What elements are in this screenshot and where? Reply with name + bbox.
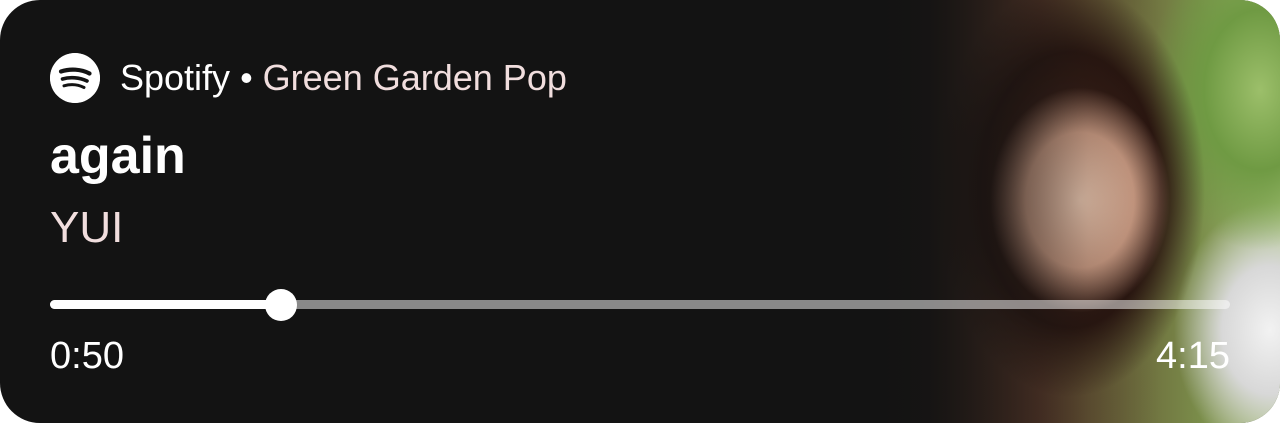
- track-title: again: [50, 127, 186, 185]
- elapsed-time: 0:50: [50, 335, 124, 377]
- progress-thumb[interactable]: [265, 289, 298, 321]
- progress-fill: [50, 300, 282, 309]
- media-source-header: Spotify • Green Garden Pop: [50, 52, 567, 104]
- media-card: Spotify • Green Garden Pop again YUI 0:5…: [0, 0, 1280, 423]
- header-separator: •: [240, 57, 253, 98]
- playlist-name: Green Garden Pop: [262, 57, 567, 98]
- spotify-icon: [50, 53, 100, 103]
- total-time: 4:15: [1156, 335, 1230, 377]
- app-name: Spotify: [120, 57, 231, 98]
- progress-slider[interactable]: [50, 289, 1230, 321]
- track-artist: YUI: [50, 203, 124, 252]
